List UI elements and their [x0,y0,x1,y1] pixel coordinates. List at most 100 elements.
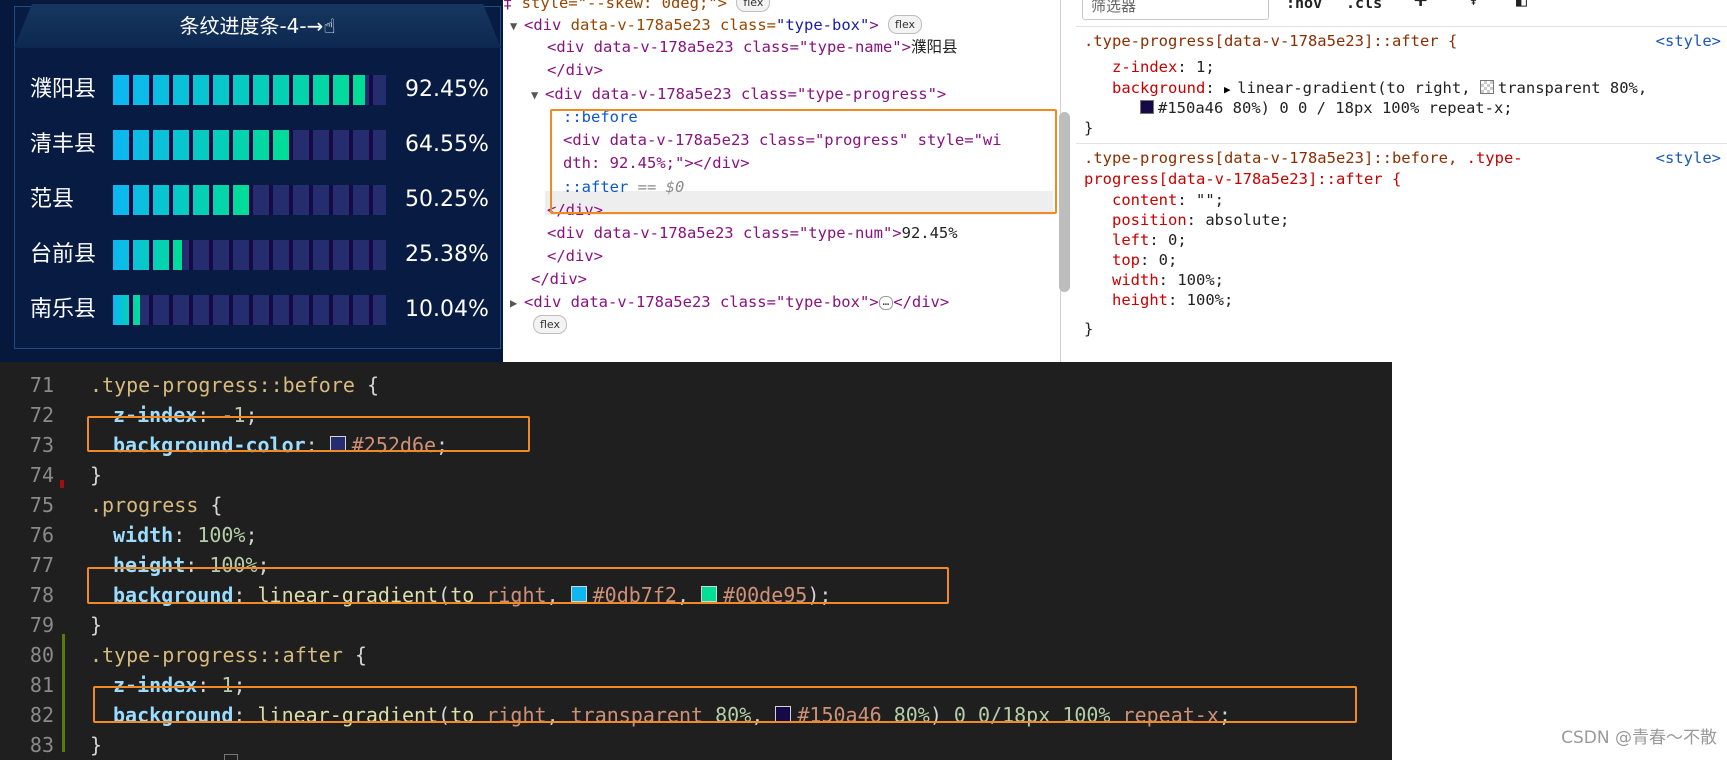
rule-separator [1076,143,1727,144]
progress-row: 台前县 25.38% [30,230,490,285]
line-number: 77 [29,553,54,577]
rule2-property[interactable]: width: 100%; [1112,269,1224,291]
element-line-type-num[interactable]: <div data-v-178a5e23 class="type-num">92… [547,221,958,245]
county-name: 台前县 [30,242,97,267]
collapse-triangle-icon[interactable]: ▶ [510,291,524,315]
dashboard-title: 条纹进度条-4-→☝ [179,14,336,38]
rule2-property[interactable]: left: 0; [1112,229,1187,251]
transparent-swatch-icon[interactable] [1479,80,1494,94]
rule-separator [1076,26,1727,27]
progress-row: 南乐县 10.04% [30,285,490,340]
line-number: 79 [29,613,54,637]
color-swatch-icon[interactable] [1140,100,1154,114]
cls-toggle[interactable]: .cls [1346,0,1382,12]
element-line-type-box[interactable]: ▼ <div data-v-178a5e23 class="type-box"> … [510,13,923,38]
flex-badge[interactable]: flex [533,315,568,334]
rule2-property[interactable]: position: absolute; [1112,209,1289,231]
rule1-background[interactable]: background: ▶ linear-gradient(to right, … [1112,77,1647,99]
line-number: 72 [29,403,54,427]
progress-row: 清丰县 64.55% [30,120,490,175]
element-line-type-name[interactable]: <div data-v-178a5e23 class="type-name">濮… [547,35,957,59]
element-line-close: </div> [547,61,603,79]
highlight-box-line-78 [87,567,949,604]
progress-stripes [113,240,386,270]
new-rule-plus-icon[interactable]: + [1414,0,1427,13]
highlight-box-elements [550,109,1057,214]
type-name-text: 濮阳县 [910,38,958,56]
line-number: 76 [29,523,54,547]
gutter-error-marker [60,480,64,488]
line-number: 74 [29,463,54,487]
code-line[interactable]: } [90,610,102,640]
highlight-box-line-73 [87,416,530,452]
hov-toggle[interactable]: :hov [1286,0,1322,12]
code-line[interactable]: } [90,460,102,490]
csdn-watermark: CSDN @青春～不散 [1561,728,1717,748]
rule2-property[interactable]: content: ""; [1112,189,1224,211]
ellipsis-badge[interactable]: … [878,296,894,310]
expand-triangle-icon[interactable]: ▶ [1224,83,1237,96]
line-number: 71 [29,373,54,397]
highlight-box-line-82 [93,686,1357,723]
county-name: 清丰县 [30,132,97,157]
code-line[interactable]: .type-progress::before { [90,370,379,400]
element-line-close: </div> [531,270,587,288]
rule2-selector[interactable]: .type-progress[data-v-178a5e23]::before,… [1084,147,1523,169]
county-name: 范县 [30,187,75,212]
progress-rows: 濮阳县 92.45% 清丰县 64.55% 范县 50.25% 台前县 25.38% 南乐县 10… [30,65,490,340]
rule2-close: } [1084,320,1094,338]
blank-area [1392,362,1727,760]
element-line-close: </div> [547,247,603,265]
code-line[interactable]: .type-progress::after { [90,640,367,670]
progress-row: 濮阳县 92.45% [30,65,490,120]
progress-stripes [113,130,386,160]
type-num-text: 92.45% [901,224,958,242]
rule1-close: } [1084,119,1094,137]
style-attr-text: style="--skew: 0deg;"> [521,0,727,12]
line-number: 78 [29,583,54,607]
progress-percent: 92.45% [405,77,489,102]
rule2-source-link[interactable]: <style> [1656,147,1721,169]
code-line[interactable]: .progress { [90,490,222,520]
rule1-selector[interactable]: .type-progress[data-v-178a5e23]::after { [1084,30,1457,52]
expand-triangle-icon[interactable]: ▼ [531,83,545,107]
element-line-type-box-collapsed[interactable]: ▶ <div data-v-178a5e23 class="type-box">…… [510,290,949,314]
progress-dashboard: 条纹进度条-4-→☝ 濮阳县 92.45% 清丰县 64.55% 范县 50.25% 台前县… [0,0,503,362]
county-name: 南乐县 [30,297,97,322]
flex-badge[interactable]: flex [736,0,771,12]
progress-row: 范县 50.25% [30,175,490,230]
sidebar-toggle-icon[interactable]: ◧ [1516,0,1527,11]
rule1-z-index[interactable]: z-index: 1; [1112,56,1215,78]
line-number: 73 [29,433,54,457]
progress-track [113,130,386,160]
progress-stripes [113,295,386,325]
rule2-property[interactable]: height: 100%; [1112,289,1233,311]
element-line-flex: flex [533,313,568,337]
line-number: 83 [29,733,54,757]
rule2-selector-cont: progress[data-v-178a5e23]::after { [1084,170,1402,188]
progress-percent: 10.04% [405,297,489,322]
line-number: 75 [29,493,54,517]
progress-track [113,295,386,325]
code-line[interactable]: } [90,730,102,760]
line-number: 81 [29,673,54,697]
styles-filter-input[interactable]: 筛选器 [1082,0,1269,20]
rule2-property[interactable]: top: 0; [1112,249,1177,271]
county-name: 濮阳县 [30,77,97,102]
line-number: 80 [29,643,54,667]
element-line-type-progress[interactable]: ▼ <div data-v-178a5e23 class="type-progre… [531,82,946,106]
progress-percent: 25.38% [405,242,489,267]
progress-stripes [113,185,386,215]
rule1-source-link[interactable]: <style> [1656,30,1721,52]
flex-badge[interactable]: flex [888,15,923,34]
line-number: 82 [29,703,54,727]
paint-brush-icon[interactable]: ♆ [1468,0,1479,11]
progress-percent: 50.25% [405,187,489,212]
code-line[interactable]: width: 100%; [113,520,258,550]
progress-percent: 64.55% [405,132,489,157]
rule1-background-cont: #150a46 80%) 0 0 / 18px 100% repeat-x; [1140,97,1513,119]
elements-scrollbar[interactable] [1059,112,1070,292]
expand-triangle-icon[interactable]: ▼ [510,14,524,38]
progress-track [113,240,386,270]
progress-track [113,185,386,215]
